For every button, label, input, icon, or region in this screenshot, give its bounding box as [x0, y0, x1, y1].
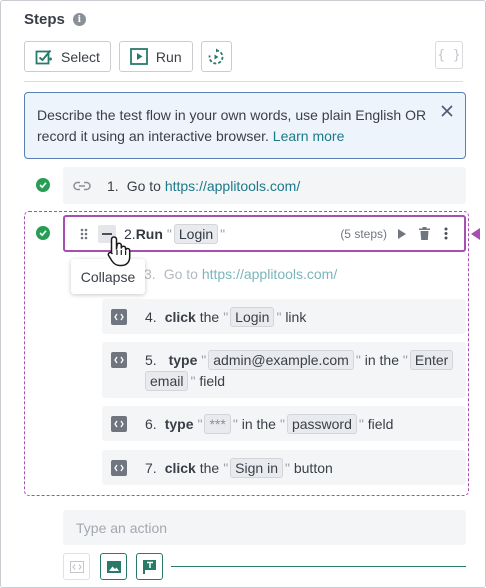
step-verb: type: [164, 415, 194, 432]
code-icon: [111, 308, 127, 325]
json-view-label: { }: [437, 47, 461, 63]
step-verb: Run: [135, 225, 163, 242]
step-chip: password: [286, 413, 357, 434]
step-verb: click: [164, 459, 196, 476]
step-row-4[interactable]: 4. click the " Login " link: [102, 299, 466, 334]
step-row-7[interactable]: 7. click the " Sign in " button: [102, 450, 466, 485]
step-chip: Sign in: [230, 457, 283, 478]
step-text: in the: [241, 415, 276, 432]
panel-title: Steps: [24, 11, 65, 28]
step-text: button: [293, 459, 333, 476]
step-count: (5 steps): [340, 226, 387, 241]
info-banner: Describe the test flow in your own words…: [24, 92, 466, 159]
step-chip: Enter: [409, 350, 454, 370]
step-verb: type: [168, 352, 198, 368]
toolbar: Select Run: [24, 41, 232, 72]
step-number: 1.: [107, 177, 119, 194]
learn-more-link[interactable]: Learn more: [273, 128, 345, 144]
step-number: 4.: [145, 308, 157, 325]
step-row-5[interactable]: 5. type " admin@example.com " in the " Ente…: [102, 342, 466, 398]
step-chip: Login: [230, 306, 275, 327]
step-success-icon: [36, 178, 50, 192]
image-icon: [106, 560, 121, 573]
play-icon[interactable]: [397, 228, 407, 240]
step-text: field: [199, 373, 226, 389]
run-button-label: Run: [155, 48, 182, 65]
step-number: 7.: [145, 459, 157, 476]
step-text: Go to: [126, 177, 161, 194]
step-chip: admin@example.com: [208, 350, 354, 370]
step-text: field: [367, 415, 394, 432]
drop-indicator: [471, 228, 480, 240]
step-text: the: [199, 459, 220, 476]
step-row-6[interactable]: 6. type " *** " in the " password " field: [102, 406, 466, 441]
step-text: the: [199, 308, 220, 325]
step-row-3[interactable]: 3. Go to https://applitools.com/: [102, 255, 466, 292]
step-verb: click: [164, 308, 196, 325]
link-icon: [73, 181, 91, 190]
replay-icon: [208, 48, 224, 64]
select-button[interactable]: Select: [24, 41, 111, 72]
close-icon[interactable]: [441, 105, 453, 117]
tooltip-text: Collapse: [80, 268, 136, 285]
step-url[interactable]: https://applitools.com/: [165, 178, 300, 194]
code-icon: [111, 459, 127, 476]
step-text: Go to: [163, 265, 198, 282]
replay-button[interactable]: [200, 41, 232, 72]
text-flag-icon: [143, 559, 156, 574]
action-input[interactable]: [63, 510, 466, 545]
image-step-button[interactable]: [100, 553, 127, 580]
banner-text: Describe the test flow in your own words…: [37, 107, 427, 144]
step-number: 5.: [145, 352, 157, 368]
step-text: in the: [364, 352, 399, 368]
step-success-icon: [36, 226, 50, 240]
run-button[interactable]: Run: [118, 41, 193, 72]
step-chip: Login: [173, 223, 219, 244]
step-url[interactable]: https://applitools.com/: [202, 266, 337, 282]
step-text: link: [285, 308, 307, 325]
json-view-button[interactable]: { }: [435, 41, 463, 69]
more-vertical-icon[interactable]: [444, 227, 448, 240]
code-icon: [111, 415, 127, 432]
hand-cursor-icon: [107, 236, 131, 267]
drag-handle-icon[interactable]: [80, 228, 88, 240]
steps-panel: Steps i Select Run {} Describe the test…: [0, 0, 486, 588]
play-box-icon: [130, 48, 148, 65]
step-chip: email: [145, 371, 189, 391]
step-number: 6.: [145, 415, 157, 432]
trash-icon[interactable]: [419, 227, 430, 240]
step-number: 3.: [144, 265, 156, 282]
panel-header: Steps i: [24, 11, 86, 28]
step-row-1[interactable]: 1. Go to https://applitools.com/: [63, 167, 466, 204]
select-button-label: Select: [61, 48, 100, 65]
bottom-divider: [171, 566, 466, 567]
select-checkbox-icon: [35, 49, 52, 65]
step-chip: ***: [204, 413, 231, 434]
code-step-button[interactable]: [63, 553, 90, 580]
code-icon: [69, 560, 84, 573]
text-step-button[interactable]: [136, 553, 163, 580]
info-icon[interactable]: i: [72, 13, 86, 26]
code-icon: [111, 352, 127, 368]
toolbar-divider: [24, 81, 463, 82]
